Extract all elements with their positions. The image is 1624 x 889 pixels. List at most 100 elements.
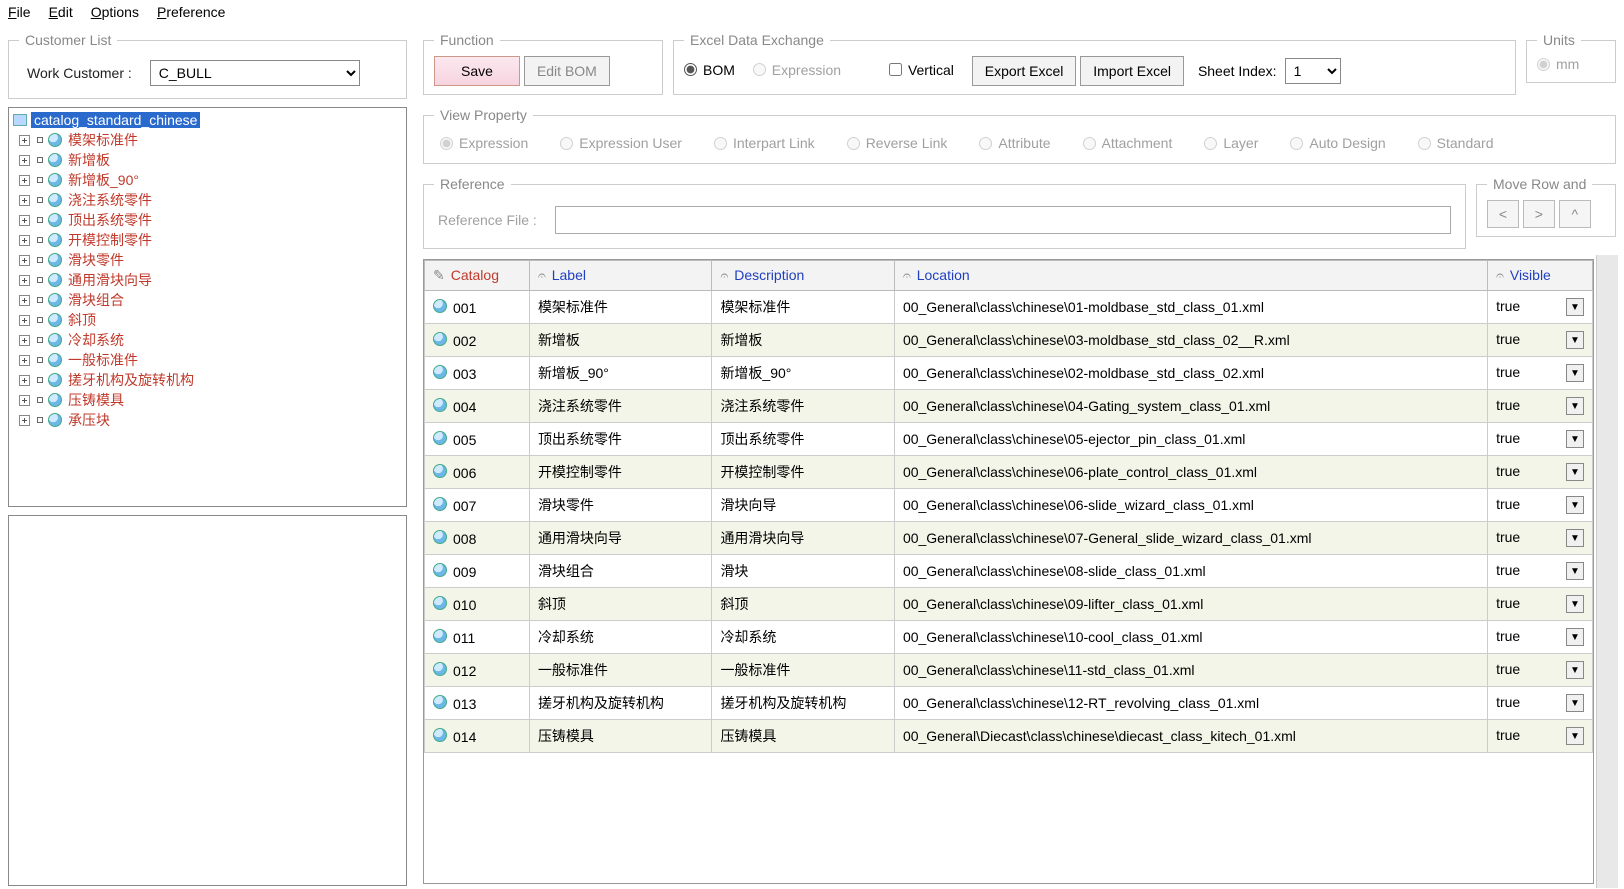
cell-label[interactable]: 斜顶 bbox=[529, 588, 712, 621]
cell-location[interactable]: 00_General\class\chinese\04-Gating_syste… bbox=[894, 390, 1487, 423]
cell-description[interactable]: 顶出系统零件 bbox=[712, 423, 895, 456]
dropdown-icon[interactable]: ▼ bbox=[1566, 298, 1584, 316]
expand-icon[interactable] bbox=[19, 175, 30, 186]
dropdown-icon[interactable]: ▼ bbox=[1566, 397, 1584, 415]
dropdown-icon[interactable]: ▼ bbox=[1566, 661, 1584, 679]
cell-location[interactable]: 00_General\class\chinese\03-moldbase_std… bbox=[894, 324, 1487, 357]
dropdown-icon[interactable]: ▼ bbox=[1566, 694, 1584, 712]
tree-item[interactable]: 一般标准件 bbox=[11, 350, 404, 370]
cell-description[interactable]: 压铸模具 bbox=[712, 720, 895, 753]
cell-description[interactable]: 通用滑块向导 bbox=[712, 522, 895, 555]
cell-location[interactable]: 00_General\class\chinese\07-General_slid… bbox=[894, 522, 1487, 555]
vertical-scrollbar[interactable] bbox=[1596, 255, 1618, 888]
cell-description[interactable]: 冷却系统 bbox=[712, 621, 895, 654]
dropdown-icon[interactable]: ▼ bbox=[1566, 628, 1584, 646]
expand-icon[interactable] bbox=[19, 315, 30, 326]
cell-location[interactable]: 00_General\class\chinese\08-slide_class_… bbox=[894, 555, 1487, 588]
expand-icon[interactable] bbox=[19, 155, 30, 166]
tree-item[interactable]: 新增板 bbox=[11, 150, 404, 170]
checkbox-vertical[interactable]: Vertical bbox=[889, 62, 954, 78]
cell-label[interactable]: 压铸模具 bbox=[529, 720, 712, 753]
reference-file-input[interactable] bbox=[555, 206, 1451, 234]
cell-description[interactable]: 新增板 bbox=[712, 324, 895, 357]
dropdown-icon[interactable]: ▼ bbox=[1566, 727, 1584, 745]
table-row[interactable]: 002新增板新增板00_General\class\chinese\03-mol… bbox=[425, 324, 1593, 357]
cell-description[interactable]: 滑块 bbox=[712, 555, 895, 588]
cell-location[interactable]: 00_General\class\chinese\09-lifter_class… bbox=[894, 588, 1487, 621]
tree-item[interactable]: 新增板_90° bbox=[11, 170, 404, 190]
cell-description[interactable]: 斜顶 bbox=[712, 588, 895, 621]
export-excel-button[interactable]: Export Excel bbox=[972, 56, 1077, 86]
dropdown-icon[interactable]: ▼ bbox=[1566, 595, 1584, 613]
cell-description[interactable]: 新增板_90° bbox=[712, 357, 895, 390]
cell-label[interactable]: 开模控制零件 bbox=[529, 456, 712, 489]
dropdown-icon[interactable]: ▼ bbox=[1566, 496, 1584, 514]
sheet-index-select[interactable]: 1 bbox=[1285, 58, 1341, 84]
move-next-button[interactable]: > bbox=[1523, 200, 1555, 228]
table-row[interactable]: 006开模控制零件开模控制零件00_General\class\chinese\… bbox=[425, 456, 1593, 489]
cell-label[interactable]: 通用滑块向导 bbox=[529, 522, 712, 555]
catalog-tree[interactable]: catalog_standard_chinese 模架标准件新增板新增板_90°… bbox=[8, 107, 407, 507]
table-row[interactable]: 003新增板_90°新增板_90°00_General\class\chines… bbox=[425, 357, 1593, 390]
expand-icon[interactable] bbox=[19, 135, 30, 146]
table-row[interactable]: 010斜顶斜顶00_General\class\chinese\09-lifte… bbox=[425, 588, 1593, 621]
table-row[interactable]: 011冷却系统冷却系统00_General\class\chinese\10-c… bbox=[425, 621, 1593, 654]
cell-label[interactable]: 滑块组合 bbox=[529, 555, 712, 588]
table-row[interactable]: 013搓牙机构及旋转机构搓牙机构及旋转机构00_General\class\ch… bbox=[425, 687, 1593, 720]
expand-icon[interactable] bbox=[19, 415, 30, 426]
catalog-table[interactable]: ✎Catalog 𝄐Label 𝄐Description 𝄐Location bbox=[423, 259, 1594, 884]
radio-bom[interactable]: BOM bbox=[684, 62, 735, 78]
table-row[interactable]: 005顶出系统零件顶出系统零件00_General\class\chinese\… bbox=[425, 423, 1593, 456]
expand-icon[interactable] bbox=[19, 375, 30, 386]
move-prev-button[interactable]: < bbox=[1487, 200, 1519, 228]
tree-item[interactable]: 通用滑块向导 bbox=[11, 270, 404, 290]
table-row[interactable]: 009滑块组合滑块00_General\class\chinese\08-sli… bbox=[425, 555, 1593, 588]
expand-icon[interactable] bbox=[19, 355, 30, 366]
cell-location[interactable]: 00_General\class\chinese\05-ejector_pin_… bbox=[894, 423, 1487, 456]
tree-item[interactable]: 浇注系统零件 bbox=[11, 190, 404, 210]
expand-icon[interactable] bbox=[19, 235, 30, 246]
cell-location[interactable]: 00_General\Diecast\class\chinese\diecast… bbox=[894, 720, 1487, 753]
cell-description[interactable]: 滑块向导 bbox=[712, 489, 895, 522]
dropdown-icon[interactable]: ▼ bbox=[1566, 529, 1584, 547]
expand-icon[interactable] bbox=[19, 295, 30, 306]
col-header-description[interactable]: 𝄐Description bbox=[712, 261, 895, 291]
cell-location[interactable]: 00_General\class\chinese\06-slide_wizard… bbox=[894, 489, 1487, 522]
tree-item[interactable]: 顶出系统零件 bbox=[11, 210, 404, 230]
cell-label[interactable]: 浇注系统零件 bbox=[529, 390, 712, 423]
cell-label[interactable]: 一般标准件 bbox=[529, 654, 712, 687]
work-customer-select[interactable]: C_BULL bbox=[150, 60, 360, 86]
menu-preference[interactable]: Preference bbox=[157, 4, 226, 20]
table-row[interactable]: 001模架标准件模架标准件00_General\class\chinese\01… bbox=[425, 291, 1593, 324]
tree-item[interactable]: 承压块 bbox=[11, 410, 404, 430]
cell-label[interactable]: 搓牙机构及旋转机构 bbox=[529, 687, 712, 720]
cell-description[interactable]: 搓牙机构及旋转机构 bbox=[712, 687, 895, 720]
expand-icon[interactable] bbox=[19, 335, 30, 346]
cell-location[interactable]: 00_General\class\chinese\12-RT_revolving… bbox=[894, 687, 1487, 720]
cell-label[interactable]: 模架标准件 bbox=[529, 291, 712, 324]
cell-label[interactable]: 新增板_90° bbox=[529, 357, 712, 390]
dropdown-icon[interactable]: ▼ bbox=[1566, 562, 1584, 580]
col-header-visible[interactable]: 𝄐Visible bbox=[1488, 261, 1593, 291]
save-button[interactable]: Save bbox=[434, 56, 520, 86]
tree-item[interactable]: 搓牙机构及旋转机构 bbox=[11, 370, 404, 390]
tree-item[interactable]: 模架标准件 bbox=[11, 130, 404, 150]
menu-file[interactable]: File bbox=[8, 4, 31, 20]
cell-description[interactable]: 开模控制零件 bbox=[712, 456, 895, 489]
dropdown-icon[interactable]: ▼ bbox=[1566, 463, 1584, 481]
expand-icon[interactable] bbox=[19, 395, 30, 406]
col-header-catalog[interactable]: ✎Catalog bbox=[425, 261, 530, 291]
table-row[interactable]: 008通用滑块向导通用滑块向导00_General\class\chinese\… bbox=[425, 522, 1593, 555]
tree-item[interactable]: 滑块组合 bbox=[11, 290, 404, 310]
cell-label[interactable]: 冷却系统 bbox=[529, 621, 712, 654]
dropdown-icon[interactable]: ▼ bbox=[1566, 430, 1584, 448]
tree-item[interactable]: 斜顶 bbox=[11, 310, 404, 330]
col-header-label[interactable]: 𝄐Label bbox=[529, 261, 712, 291]
table-row[interactable]: 007滑块零件滑块向导00_General\class\chinese\06-s… bbox=[425, 489, 1593, 522]
cell-location[interactable]: 00_General\class\chinese\02-moldbase_std… bbox=[894, 357, 1487, 390]
cell-description[interactable]: 一般标准件 bbox=[712, 654, 895, 687]
cell-location[interactable]: 00_General\class\chinese\01-moldbase_std… bbox=[894, 291, 1487, 324]
cell-location[interactable]: 00_General\class\chinese\10-cool_class_0… bbox=[894, 621, 1487, 654]
tree-item[interactable]: 冷却系统 bbox=[11, 330, 404, 350]
cell-description[interactable]: 浇注系统零件 bbox=[712, 390, 895, 423]
